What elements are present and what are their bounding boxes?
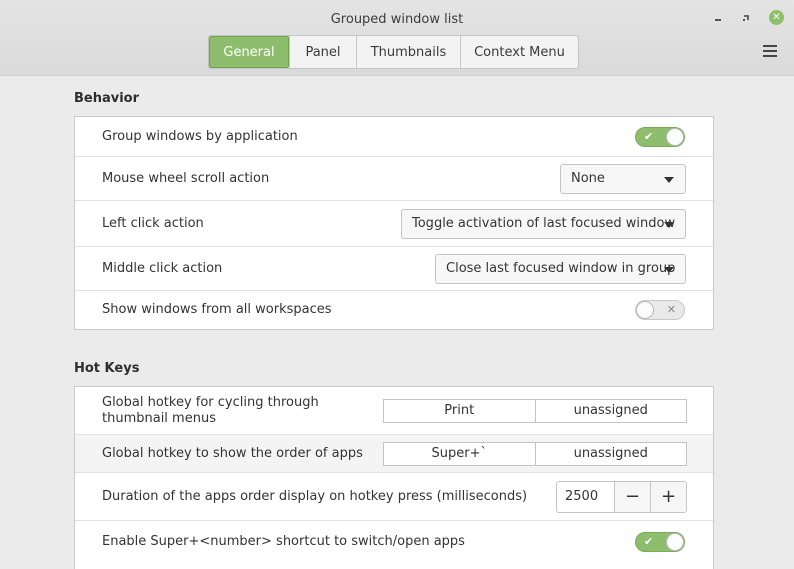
scroll-action-row: Mouse wheel scroll action None [75,157,713,201]
tab-thumbnails[interactable]: Thumbnails [356,36,460,68]
all-workspaces-row: Show windows from all workspaces ✕ [75,291,713,329]
behavior-section-title: Behavior [74,91,140,106]
tab-general[interactable]: General [209,36,289,68]
super-number-row: Enable Super+<number> shortcut to switch… [75,521,713,563]
scroll-action-value: None [571,171,605,186]
cycle-thumbnails-row: Global hotkey for cycling through thumbn… [75,387,713,435]
hamburger-menu-icon[interactable] [763,45,777,57]
check-icon: ✔ [644,535,654,548]
order-duration-spinbutton: 2500 − + [556,480,687,513]
order-duration-input[interactable]: 2500 [557,482,614,512]
hotkeys-panel: Global hotkey for cycling through thumbn… [74,386,714,569]
scroll-action-label: Mouse wheel scroll action [102,170,270,186]
group-windows-row: Group windows by application ✔ [75,117,713,157]
x-icon: ✕ [666,303,676,316]
chevron-down-icon [664,266,674,273]
order-duration-label: Duration of the apps order display on ho… [102,488,528,504]
middle-click-label: Middle click action [102,260,223,276]
all-workspaces-switch[interactable]: ✕ [635,300,685,320]
left-click-row: Left click action Toggle activation of l… [75,201,713,247]
order-duration-row: Duration of the apps order display on ho… [75,473,713,521]
left-click-label: Left click action [102,215,204,231]
minimize-icon[interactable] [710,10,726,26]
show-order-label: Global hotkey to show the order of apps [102,445,363,461]
hotkeys-section-title: Hot Keys [74,361,140,376]
show-order-row: Global hotkey to show the order of apps … [75,435,713,473]
keybinding-secondary[interactable]: unassigned [534,399,687,422]
keybinding-secondary[interactable]: unassigned [534,442,687,465]
keybinding-primary[interactable]: Print [384,400,535,422]
show-order-keybinding: Super+` unassigned [383,441,687,466]
left-click-dropdown[interactable]: Toggle activation of last focused window [401,208,686,239]
group-windows-label: Group windows by application [102,128,298,144]
super-number-label: Enable Super+<number> shortcut to switch… [102,534,465,549]
tab-bar: General Panel Thumbnails Context Menu [208,35,579,69]
restore-icon[interactable] [738,10,754,26]
keybinding-primary[interactable]: Super+` [384,443,535,465]
switch-knob [666,127,684,146]
switch-knob [636,301,654,319]
middle-click-dropdown[interactable]: Close last focused window in group [435,253,686,284]
middle-click-value: Close last focused window in group [446,261,676,276]
left-click-value: Toggle activation of last focused window [412,216,676,231]
switch-knob [666,533,684,551]
chevron-down-icon [664,221,674,228]
tab-panel[interactable]: Panel [289,36,356,68]
scroll-action-dropdown[interactable]: None [560,163,686,194]
window-title: Grouped window list [330,12,464,27]
all-workspaces-label: Show windows from all workspaces [102,302,332,317]
middle-click-row: Middle click action Close last focused w… [75,247,713,291]
decrement-button[interactable]: − [614,481,650,512]
title-bar: Grouped window list ✕ General Panel Thum… [0,0,794,76]
cycle-thumbnails-keybinding: Print unassigned [383,398,687,423]
chevron-down-icon [664,176,674,183]
behavior-panel: Group windows by application ✔ Mouse whe… [74,116,714,330]
super-number-switch[interactable]: ✔ [635,532,685,552]
check-icon: ✔ [644,129,654,143]
cycle-thumbnails-label: Global hotkey for cycling through thumbn… [102,394,319,426]
close-icon[interactable]: ✕ [769,10,784,25]
tab-context-menu[interactable]: Context Menu [460,36,578,68]
increment-button[interactable]: + [650,481,686,512]
group-windows-switch[interactable]: ✔ [635,126,685,147]
